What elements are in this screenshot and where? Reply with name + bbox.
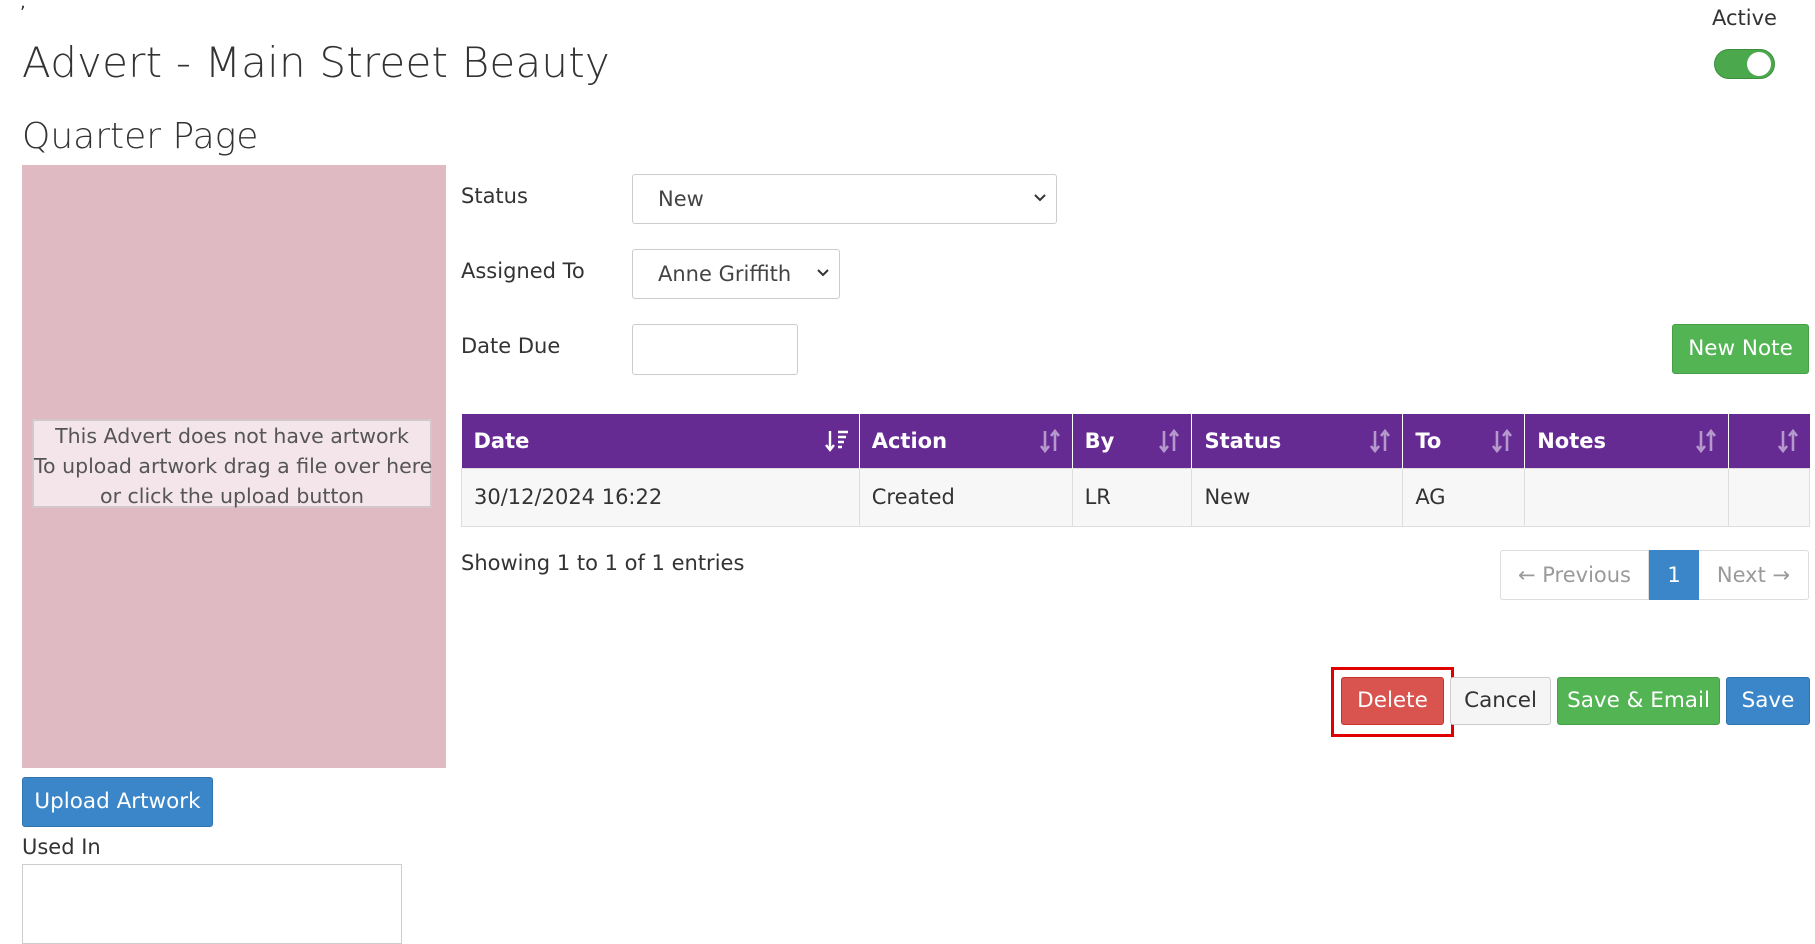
column-header-by[interactable]: By: [1072, 414, 1193, 468]
cell-action: Created: [858, 467, 1073, 527]
column-header-to[interactable]: To: [1402, 414, 1526, 468]
table-row[interactable]: 30/12/2024 16:22 Created LR New AG: [461, 467, 1810, 527]
active-label: Active: [1712, 6, 1777, 30]
column-header-notes-label: Notes: [1537, 428, 1606, 453]
used-in-field[interactable]: [22, 864, 402, 944]
toggle-knob: [1747, 52, 1771, 76]
page-title: Advert - Main Street Beauty: [22, 38, 610, 87]
stray-mark: ,: [20, 0, 26, 13]
cell-extra: [1728, 467, 1810, 527]
sort-icon: [1777, 428, 1798, 454]
sort-icon: [1370, 428, 1391, 454]
cell-notes: [1524, 467, 1730, 527]
cell-to: AG: [1402, 467, 1526, 527]
chevron-down-icon: [817, 269, 829, 277]
column-header-date-label: Date: [473, 428, 530, 453]
pagination-page-1[interactable]: 1: [1649, 550, 1699, 600]
no-artwork-message: This Advert does not have artwork To upl…: [32, 419, 432, 508]
status-select[interactable]: New: [632, 174, 1057, 224]
chevron-down-icon: [1034, 194, 1046, 202]
artwork-message-line-3: or click the upload button: [100, 484, 364, 508]
new-note-button[interactable]: New Note: [1672, 324, 1809, 374]
active-toggle[interactable]: [1714, 49, 1775, 79]
pagination: ← Previous 1 Next →: [1500, 550, 1809, 600]
column-header-status[interactable]: Status: [1191, 414, 1404, 468]
date-due-input[interactable]: [632, 324, 798, 375]
column-header-notes[interactable]: Notes: [1524, 414, 1730, 468]
column-header-status-label: Status: [1204, 428, 1282, 453]
column-header-action-label: Action: [871, 428, 948, 453]
sort-icon: [1492, 428, 1513, 454]
date-due-label: Date Due: [461, 334, 561, 358]
table-info: Showing 1 to 1 of 1 entries: [461, 551, 745, 575]
sort-desc-icon: [824, 430, 848, 452]
status-select-value: New: [658, 187, 704, 211]
column-header-action[interactable]: Action: [859, 414, 1073, 468]
assigned-to-label: Assigned To: [461, 259, 585, 283]
column-header-by-label: By: [1084, 428, 1115, 453]
page-subtitle: Quarter Page: [22, 116, 259, 157]
cell-by: LR: [1071, 467, 1193, 527]
cancel-button[interactable]: Cancel: [1450, 677, 1551, 725]
pagination-previous[interactable]: ← Previous: [1500, 550, 1649, 600]
status-label: Status: [461, 184, 528, 208]
save-button[interactable]: Save: [1726, 677, 1810, 725]
delete-button[interactable]: Delete: [1341, 677, 1444, 725]
save-and-email-button[interactable]: Save & Email: [1557, 677, 1720, 725]
notes-table: Date Action By Status To Notes 30/12/202…: [461, 414, 1810, 527]
cell-date: 30/12/2024 16:22: [461, 467, 860, 527]
sort-icon: [1696, 428, 1717, 454]
upload-artwork-button[interactable]: Upload Artwork: [22, 777, 213, 827]
pagination-next[interactable]: Next →: [1699, 550, 1809, 600]
used-in-label: Used In: [22, 835, 101, 859]
artwork-dropzone[interactable]: This Advert does not have artwork To upl…: [22, 165, 446, 768]
column-header-date[interactable]: Date: [461, 414, 860, 468]
column-header-to-label: To: [1415, 428, 1442, 453]
assigned-to-select-value: Anne Griffith: [658, 262, 792, 286]
table-header-row: Date Action By Status To Notes: [461, 414, 1810, 468]
artwork-message-line-2: To upload artwork drag a file over here: [34, 454, 433, 478]
column-header-extra[interactable]: [1728, 414, 1810, 468]
assigned-to-select[interactable]: Anne Griffith: [632, 249, 840, 299]
sort-icon: [1039, 428, 1060, 454]
cell-status: New: [1191, 467, 1404, 527]
sort-icon: [1159, 428, 1180, 454]
artwork-message-line-1: This Advert does not have artwork: [55, 424, 409, 448]
